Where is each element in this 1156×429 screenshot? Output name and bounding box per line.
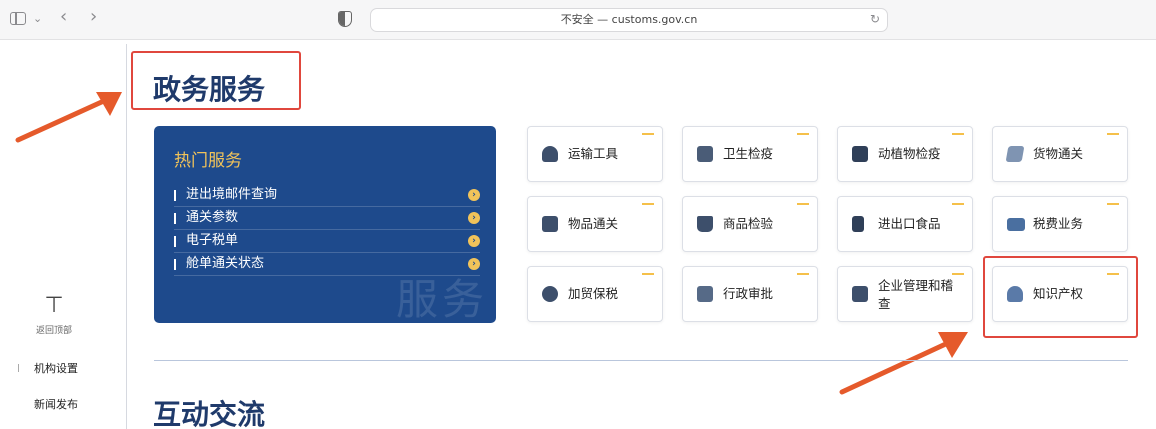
back-arrow-icon[interactable]: ‹: [60, 8, 67, 26]
enterprise-icon: [852, 286, 868, 302]
service-tile-label: 货物通关: [1033, 146, 1084, 161]
privacy-shield-icon[interactable]: [338, 11, 352, 27]
back-to-top-label: 返回顶部: [35, 326, 72, 336]
service-tile-import-export-food[interactable]: 进出口食品: [837, 196, 973, 252]
service-tile-label: 商品检验: [723, 216, 774, 231]
service-tile-label: 运输工具: [568, 146, 619, 161]
service-tile-health-quarantine[interactable]: 卫生检疫: [682, 126, 818, 182]
service-tile-commodity-inspection[interactable]: 商品检验: [682, 196, 818, 252]
arrow-up-icon: ⊤: [44, 293, 64, 318]
back-to-top-button[interactable]: ⊤ 返回顶部: [34, 293, 74, 337]
annotation-arrow-left: [15, 92, 122, 143]
section-divider: [154, 360, 1128, 361]
hygiene-icon: [697, 146, 713, 162]
service-tile-admin-approval[interactable]: 行政审批: [682, 266, 818, 322]
hot-services-panel: 热门服务 进出境邮件查询 › 通关参数 › 电子税单 › 舱单通关状态 › 服务: [154, 126, 496, 323]
service-tile-label: 企业管理和稽查: [878, 278, 954, 311]
hot-service-label: 进出境邮件查询: [186, 187, 278, 202]
service-tile-label: 行政审批: [723, 286, 774, 301]
highlight-box-title: [131, 51, 301, 110]
service-tile-goods-clearance[interactable]: 货物通关: [992, 126, 1128, 182]
address-bar[interactable]: 不安全 — customs.gov.cn: [370, 8, 888, 32]
hot-service-label: 通关参数: [186, 210, 239, 225]
service-tile-label: 税费业务: [1033, 216, 1084, 231]
service-tile-items-clearance[interactable]: 物品通关: [527, 196, 663, 252]
ship-icon: [542, 146, 558, 162]
forward-arrow-icon[interactable]: ›: [90, 8, 97, 26]
hot-services-title: 热门服务: [174, 151, 242, 171]
arrow-right-icon[interactable]: ›: [468, 235, 480, 247]
browser-toolbar: ⌄ ‹ › 不安全 — customs.gov.cn ↻: [0, 0, 1156, 40]
reload-icon[interactable]: ↻: [870, 12, 880, 26]
service-tile-bonded-processing[interactable]: 加贸保税: [527, 266, 663, 322]
service-tile-enterprise-audit[interactable]: 企业管理和稽查: [837, 266, 973, 322]
approval-icon: [697, 286, 713, 302]
section-title-interaction: 互动交流: [153, 398, 266, 429]
hot-service-label: 电子税单: [186, 233, 239, 248]
annotation-arrow-right: [839, 332, 968, 395]
bonded-icon: [542, 286, 558, 302]
inspection-icon: [697, 216, 713, 232]
left-divider: [126, 44, 127, 429]
arrow-right-icon[interactable]: ›: [468, 189, 480, 201]
chevron-down-icon[interactable]: ⌄: [33, 11, 42, 27]
tax-icon: [1007, 218, 1025, 231]
service-tile-label: 动植物检疫: [878, 146, 941, 161]
hot-service-item-e-tax-bill[interactable]: 电子税单 ›: [174, 230, 480, 253]
arrow-right-icon[interactable]: ›: [468, 212, 480, 224]
food-icon: [852, 216, 864, 232]
sidebar-toggle-icon[interactable]: [10, 12, 26, 25]
service-tile-label: 进出口食品: [878, 216, 941, 231]
hot-service-item-clearance-params[interactable]: 通关参数 ›: [174, 207, 480, 230]
items-icon: [542, 216, 558, 232]
service-tile-tax-business[interactable]: 税费业务: [992, 196, 1128, 252]
panel-watermark: 服务: [396, 275, 489, 323]
hot-service-item-mail-query[interactable]: 进出境邮件查询 ›: [174, 184, 480, 207]
goods-icon: [1005, 146, 1025, 162]
hot-service-label: 舱单通关状态: [186, 256, 265, 271]
nav-marker: [18, 364, 19, 372]
plant-icon: [852, 146, 868, 162]
service-tile-label: 卫生检疫: [723, 146, 774, 161]
highlight-box-intellectual-property: [983, 256, 1138, 338]
service-tile-label: 物品通关: [568, 216, 619, 231]
hot-services-list: 进出境邮件查询 › 通关参数 › 电子税单 › 舱单通关状态 ›: [174, 184, 480, 276]
left-nav-item-news[interactable]: 新闻发布: [34, 396, 78, 412]
service-tile-animal-plant-quarantine[interactable]: 动植物检疫: [837, 126, 973, 182]
service-tile-transport[interactable]: 运输工具: [527, 126, 663, 182]
service-tile-label: 加贸保税: [568, 286, 619, 301]
left-nav-item-organization[interactable]: 机构设置: [34, 360, 78, 376]
